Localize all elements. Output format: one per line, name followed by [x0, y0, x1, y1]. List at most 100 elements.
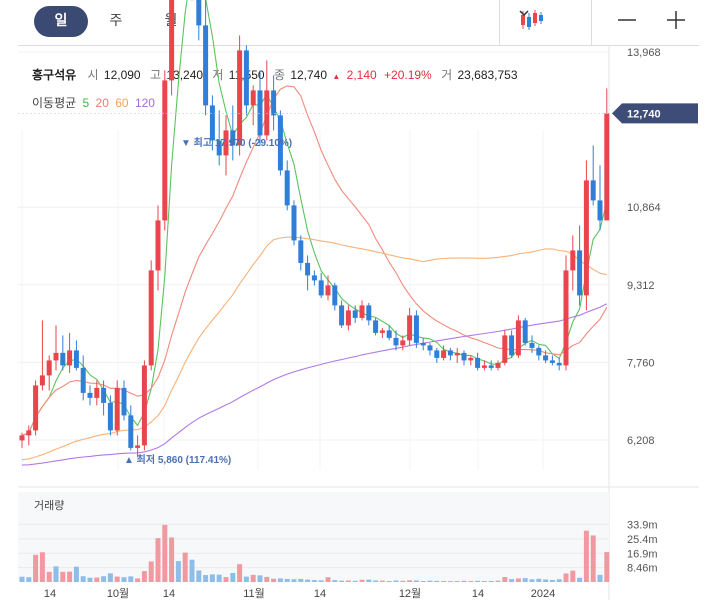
candle-body: [604, 113, 610, 221]
volume-bar: [366, 579, 372, 582]
volume-bar: [590, 535, 596, 582]
volume-bar: [67, 571, 73, 582]
volume-bar: [393, 580, 399, 582]
candle-body: [447, 350, 453, 356]
candle-body: [325, 285, 331, 296]
candle-body: [359, 305, 365, 318]
volume-bar: [427, 580, 433, 582]
volume-bar: [352, 580, 358, 582]
volume-bar: [230, 572, 236, 582]
volume-bar: [155, 538, 161, 582]
close-value: 12,740: [290, 68, 328, 82]
volume-bar: [257, 575, 263, 582]
volume-bar: [277, 578, 283, 582]
candle-body: [73, 350, 79, 368]
volume-bar: [434, 580, 440, 582]
candle-body: [80, 367, 86, 393]
candle-body: [87, 392, 93, 398]
volume-bar: [298, 578, 304, 582]
volume-bar: [189, 559, 195, 582]
volume-tick-label: 8.46m: [627, 563, 658, 575]
volume-bar: [604, 552, 610, 582]
ma-120[interactable]: 120: [135, 96, 155, 110]
price-tick-label: 9,312: [627, 280, 655, 292]
open-value: 12,090: [103, 68, 141, 82]
volume-bar: [413, 580, 419, 582]
time-tick-label: 14: [163, 588, 175, 600]
candle-body: [454, 352, 460, 356]
ma-120-line: [21, 303, 608, 466]
volume-bar: [468, 580, 474, 582]
candle-body: [291, 205, 297, 241]
candle-body: [39, 375, 45, 386]
low-value: 11,550: [228, 68, 265, 82]
volume-bar: [379, 580, 385, 582]
candle-body: [475, 357, 481, 368]
volume-bar: [386, 580, 392, 582]
volume-bar: [515, 578, 521, 582]
chart-type-button[interactable]: [512, 4, 588, 36]
tab-weekly[interactable]: 주: [97, 6, 135, 37]
toolbar-divider: [499, 0, 500, 45]
scale-label: Linear: [636, 108, 670, 122]
volume-bar: [291, 579, 297, 582]
tab-monthly[interactable]: 월: [152, 6, 190, 37]
candle-body: [264, 90, 270, 136]
volume-bar: [597, 574, 603, 582]
volume-bar: [549, 579, 555, 582]
candle-body: [271, 90, 277, 116]
ma-5[interactable]: 5: [83, 96, 90, 110]
volume-bar: [318, 580, 324, 582]
candle-body: [461, 352, 467, 361]
tab-daily[interactable]: 일: [34, 6, 88, 37]
candle-body: [305, 262, 311, 276]
volume-bar: [209, 574, 215, 582]
candle-body: [352, 310, 358, 318]
candle-body: [223, 130, 229, 156]
volume-bar: [461, 580, 467, 582]
volume-bar: [536, 578, 542, 582]
volume-bar: [454, 580, 460, 582]
candle-body: [543, 355, 549, 361]
volume-bar: [407, 580, 413, 582]
volume-bar: [359, 579, 365, 582]
plus-icon: [667, 11, 685, 29]
candle-body: [434, 350, 440, 358]
zoom-out-button[interactable]: [606, 4, 646, 36]
candle-body: [209, 105, 215, 141]
candle-body: [536, 347, 542, 356]
candle-body: [407, 315, 413, 341]
zoom-in-button[interactable]: [655, 4, 695, 36]
volume-bar: [522, 578, 528, 582]
price-tick-label: 10,864: [627, 202, 661, 214]
candle-body: [468, 357, 474, 361]
volume-bar: [400, 580, 406, 582]
volume-tick-label: 25.4m: [627, 534, 658, 546]
candle-body: [216, 140, 222, 156]
candle-body: [570, 250, 576, 271]
volume-title: 거래량: [34, 499, 64, 512]
volume-bar: [420, 580, 426, 582]
price-chart[interactable]: 6,2087,7609,31210,86413,96815,52017,0721…: [0, 0, 711, 610]
candle-body: [257, 90, 263, 136]
candle-body: [46, 360, 52, 376]
candle-body: [427, 345, 433, 351]
candle-body: [549, 360, 555, 363]
volume-bar: [529, 579, 535, 582]
ma-20[interactable]: 20: [96, 96, 109, 110]
scale-selector[interactable]: Linear: [636, 108, 689, 122]
volume-bar: [264, 576, 270, 582]
volume-bar: [39, 552, 45, 582]
candle-body: [311, 275, 317, 281]
candle-body: [332, 285, 338, 306]
ma-20-line: [21, 85, 608, 436]
time-axis: 14 10월 14 11월 14 12월 14 2024: [44, 587, 555, 600]
volume-bar: [148, 561, 154, 582]
ma-60[interactable]: 60: [115, 96, 128, 110]
volume-bar: [128, 576, 134, 582]
candle-body: [339, 305, 345, 326]
volume-bar: [182, 552, 188, 582]
volume-bar: [373, 580, 379, 582]
chevron-down-icon: [519, 10, 529, 17]
volume-bar: [509, 579, 515, 582]
